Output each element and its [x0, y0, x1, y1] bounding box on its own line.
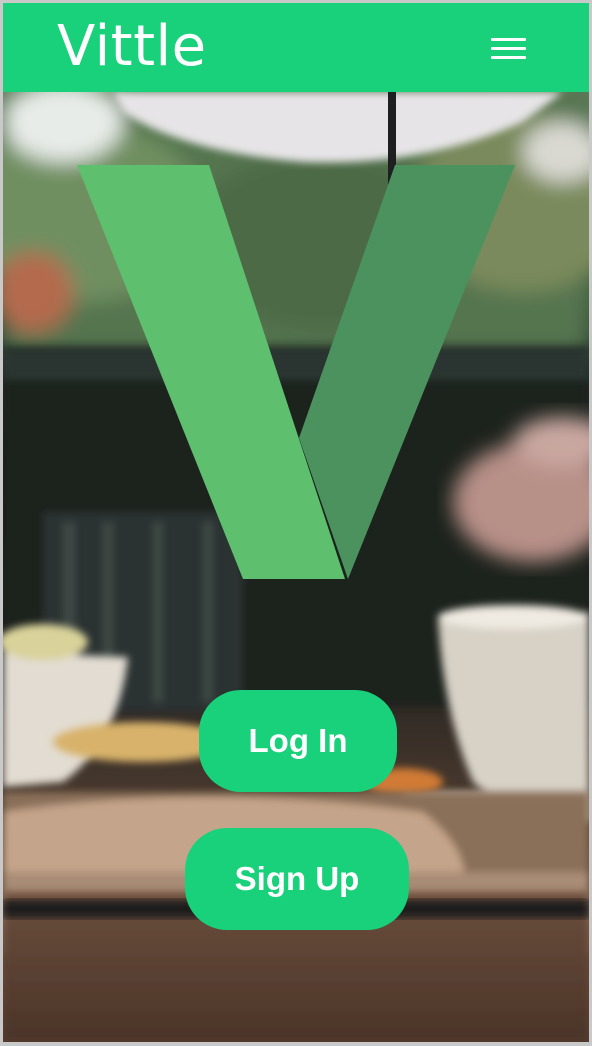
top-nav-bar: Vittle [3, 3, 589, 92]
v-logo-left-stroke [77, 165, 345, 579]
hero-background-photo: Log In Sign Up [3, 92, 589, 1042]
app-frame: Vittle Log In Sign Up [0, 0, 592, 1046]
log-in-button[interactable]: Log In [199, 690, 397, 792]
hamburger-menu-icon[interactable] [483, 29, 527, 69]
sign-up-button[interactable]: Sign Up [185, 828, 409, 930]
v-logo-right-stroke [299, 165, 515, 579]
brand-title: Vittle [57, 14, 207, 79]
